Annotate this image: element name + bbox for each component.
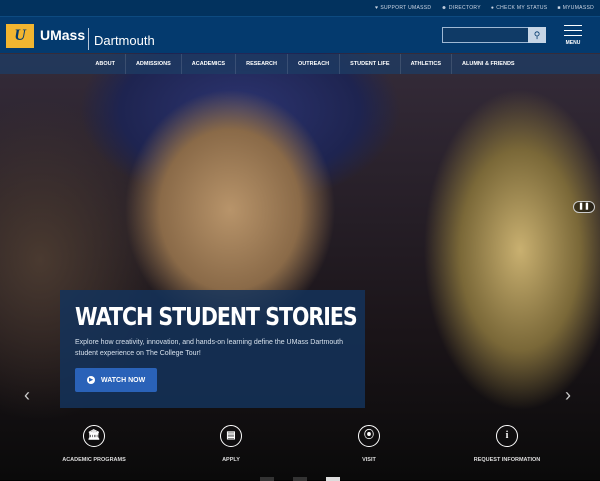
menu-button[interactable]: MENU	[562, 25, 584, 46]
link-label: DIRECTORY	[448, 5, 481, 11]
link-label: MYUMASSD	[562, 5, 594, 11]
search-input[interactable]	[442, 27, 530, 43]
hero-title: WATCH STUDENT STORIES	[75, 302, 358, 331]
watch-now-label: WATCH NOW	[101, 376, 146, 384]
nav-about[interactable]: ABOUT	[85, 54, 126, 74]
link-label: CHECK MY STATUS	[496, 5, 548, 11]
hero-card: WATCH STUDENT STORIES Explore how creati…	[60, 290, 365, 408]
nav-alumni-friends[interactable]: ALUMNI & FRIENDS	[452, 54, 525, 74]
pause-icon: ❚❚	[578, 203, 590, 210]
chevron-right-icon: ›	[565, 385, 571, 405]
myumassd-link[interactable]: ■ MYUMASSD	[557, 5, 594, 11]
brand-umass[interactable]: UMass	[40, 27, 85, 43]
hero-text: Explore how creativity, innovation, and …	[75, 339, 343, 357]
quick-link-visit[interactable]: ⦿ VISIT	[309, 425, 429, 463]
menu-label: MENU	[565, 40, 581, 46]
support-umassd-link[interactable]: ♥ SUPPORT UMASSD	[375, 5, 431, 11]
info-icon: i	[496, 425, 518, 447]
site-header: U UMass Dartmouth ⚲ MENU	[0, 16, 600, 53]
utility-bar: ♥ SUPPORT UMASSD ☻ DIRECTORY ● CHECK MY STA…	[0, 0, 600, 16]
nav-student-life[interactable]: STUDENT LIFE	[340, 54, 401, 74]
slide-dot-2[interactable]	[293, 477, 307, 481]
brand-dartmouth[interactable]: Dartmouth	[94, 33, 155, 48]
quick-link-label: VISIT	[362, 457, 376, 463]
chevron-left-icon: ‹	[24, 385, 30, 405]
slide-dot-1[interactable]	[260, 477, 274, 481]
quick-link-label: ACADEMIC PROGRAMS	[62, 457, 126, 463]
nav-outreach[interactable]: OUTREACH	[288, 54, 341, 74]
heart-icon: ♥	[375, 5, 379, 11]
brand-divider	[88, 28, 89, 50]
search-button[interactable]: ⚲	[528, 27, 546, 43]
quick-link-label: REQUEST INFORMATION	[473, 457, 541, 463]
quick-link-academic-programs[interactable]: 🏛 ACADEMIC PROGRAMS	[34, 425, 154, 463]
pause-video-button[interactable]: ❚❚	[573, 201, 595, 213]
prev-slide-button[interactable]: ‹	[24, 385, 30, 406]
next-slide-button[interactable]: ›	[565, 385, 571, 406]
quick-link-label: APPLY	[222, 457, 240, 463]
link-label: SUPPORT UMASSD	[380, 5, 432, 11]
nav-admissions[interactable]: ADMISSIONS	[126, 54, 182, 74]
quick-link-request-information[interactable]: i REQUEST INFORMATION	[447, 425, 567, 463]
check-circle-icon: ●	[490, 5, 495, 11]
umass-logo[interactable]: U	[6, 24, 34, 48]
search-icon: ⚲	[533, 30, 541, 40]
watch-now-button[interactable]: ▶ WATCH NOW	[75, 368, 158, 392]
nav-academics[interactable]: ACADEMICS	[182, 54, 237, 74]
slide-indicators	[260, 477, 340, 481]
check-my-status-link[interactable]: ● CHECK MY STATUS	[491, 5, 548, 11]
bank-icon: 🏛	[83, 425, 105, 447]
directory-link[interactable]: ☻ DIRECTORY	[441, 5, 481, 11]
nav-research[interactable]: RESEARCH	[236, 54, 288, 74]
lock-icon: ■	[557, 5, 561, 11]
document-icon: ▤	[220, 425, 242, 447]
people-icon: ☻	[441, 5, 447, 11]
main-nav: ABOUT ADMISSIONS ACADEMICS RESEARCH OUTR…	[0, 54, 600, 74]
quick-link-apply[interactable]: ▤ APPLY	[171, 425, 291, 463]
play-icon: ▶	[87, 376, 95, 384]
map-pin-icon: ⦿	[358, 425, 380, 447]
slide-dot-3[interactable]	[326, 477, 340, 481]
nav-athletics[interactable]: ATHLETICS	[401, 54, 453, 74]
